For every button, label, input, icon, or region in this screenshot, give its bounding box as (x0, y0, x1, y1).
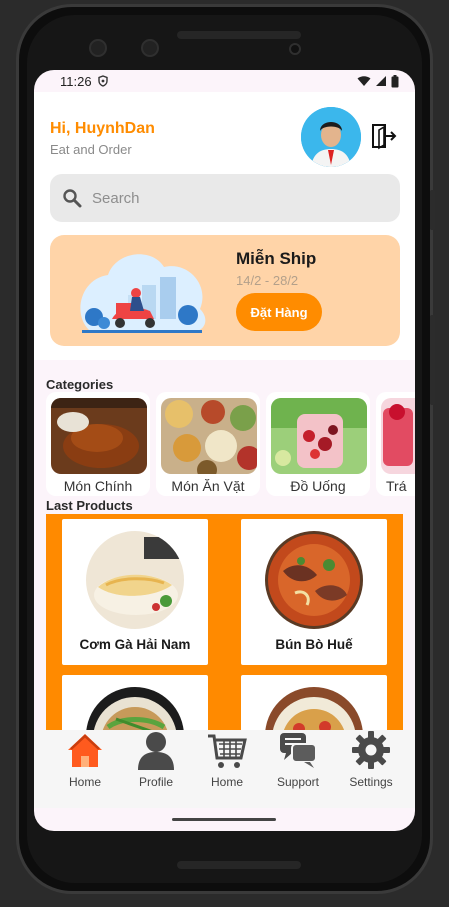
search-placeholder: Search (92, 189, 140, 207)
category-item[interactable]: Món Chính (46, 392, 150, 496)
app-screen: 11:26 Hi, HuynhDan Eat and Order Search … (34, 70, 415, 831)
wifi-icon (357, 76, 371, 86)
tab-profile-label: Profile (138, 775, 173, 789)
greeting-block: Hi, HuynhDan Eat and Order (50, 120, 155, 157)
product-name: Cơm Gà Hải Nam (79, 637, 191, 652)
category-image (381, 398, 415, 474)
category-label: Đồ Uống (290, 478, 346, 494)
avatar[interactable] (301, 107, 361, 167)
tab-support-label: Support (276, 775, 320, 789)
product-image (265, 531, 363, 629)
greeting-subtitle: Eat and Order (50, 142, 132, 157)
sensor-icon (89, 39, 107, 57)
category-label: Món Ăn Vặt (171, 478, 245, 494)
category-image (161, 398, 257, 474)
earpiece-speaker (177, 31, 301, 39)
bottom-tab-bar: Home Profile Home Support Settings (34, 730, 415, 808)
product-image (86, 531, 184, 629)
last-products-title: Last Products (46, 498, 133, 513)
product-name: Bún Bò Huế (275, 637, 353, 652)
promo-banner[interactable]: Miễn Ship 14/2 - 28/2 Đặt Hàng (50, 235, 400, 346)
gear-icon (352, 731, 390, 769)
category-label: Món Chính (63, 478, 133, 494)
avatar-photo (301, 107, 361, 167)
status-bar: 11:26 (34, 70, 415, 92)
bottom-speaker (177, 861, 301, 869)
categories-list[interactable]: Món Chính Món Ăn Vặt Đồ Uống Trá (46, 392, 415, 496)
status-time: 11:26 (60, 73, 92, 89)
tab-support[interactable]: Support (263, 730, 333, 794)
sensor-icon (141, 39, 159, 57)
banner-title: Miễn Ship (236, 249, 317, 268)
person-icon (138, 732, 174, 770)
category-label: Trá (386, 478, 407, 494)
category-image (271, 398, 367, 474)
cart-icon (208, 734, 247, 768)
signal-icon (376, 76, 386, 86)
tab-profile[interactable]: Profile (121, 730, 191, 794)
order-now-button[interactable]: Đặt Hàng (236, 293, 322, 331)
category-item[interactable]: Món Ăn Vặt (156, 392, 260, 496)
greeting-title: Hi, HuynhDan (50, 120, 155, 137)
category-item[interactable]: Trá (376, 392, 415, 496)
category-image (51, 398, 147, 474)
product-card[interactable] (241, 675, 387, 732)
product-image (86, 687, 184, 732)
home-indicator[interactable] (172, 818, 276, 821)
tab-cart-label: Home (210, 775, 243, 789)
vpn-shield-icon (97, 75, 108, 87)
search-icon (63, 189, 82, 208)
products-grid[interactable]: Cơm Gà Hải Nam Bún Bò Huế (46, 514, 403, 732)
power-button (430, 190, 435, 230)
front-camera-icon (289, 43, 301, 55)
search-input[interactable]: Search (50, 174, 400, 222)
house-icon (68, 734, 102, 767)
product-card[interactable] (62, 675, 208, 732)
banner-dates: 14/2 - 28/2 (236, 273, 299, 288)
product-card[interactable]: Bún Bò Huế (241, 519, 387, 665)
tab-settings[interactable]: Settings (336, 730, 406, 794)
volume-button (430, 315, 435, 405)
logout-icon[interactable] (370, 122, 398, 150)
delivery-illustration (80, 254, 206, 333)
product-card[interactable]: Cơm Gà Hải Nam (62, 519, 208, 665)
tab-settings-label: Settings (349, 775, 393, 789)
tab-home-label: Home (68, 775, 101, 789)
header-card: Hi, HuynhDan Eat and Order Search Miễn S… (34, 92, 415, 360)
tab-cart[interactable]: Home (192, 730, 262, 794)
categories-title: Categories (46, 377, 114, 392)
tab-home[interactable]: Home (50, 730, 120, 794)
product-image (265, 687, 363, 732)
battery-icon (391, 74, 399, 87)
chat-icon (280, 733, 317, 768)
category-item[interactable]: Đồ Uống (266, 392, 370, 496)
